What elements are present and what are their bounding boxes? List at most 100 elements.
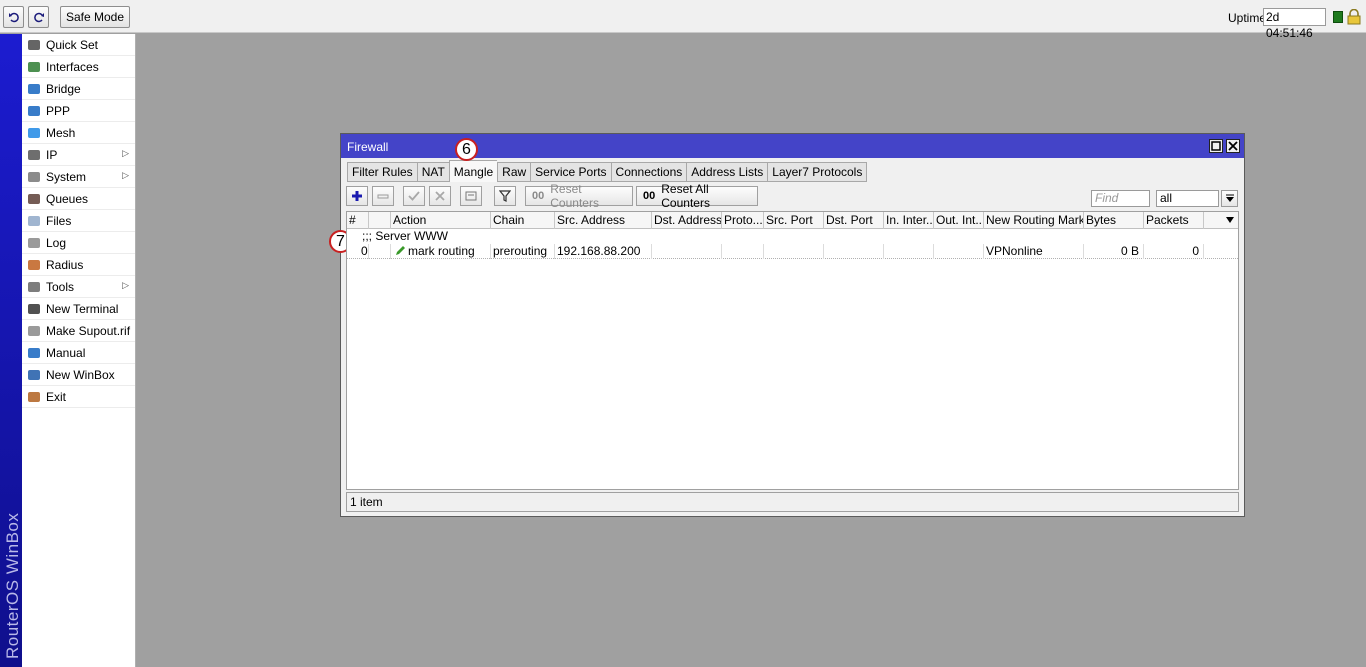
- column-header[interactable]: Out. Int...: [934, 212, 984, 229]
- column-header[interactable]: [369, 212, 391, 229]
- filter-dropdown-button[interactable]: [1221, 190, 1238, 207]
- sidebar-item-quick-set[interactable]: Quick Set: [22, 34, 135, 56]
- sidebar-item-system[interactable]: System ▷: [22, 166, 135, 188]
- tab-service-ports[interactable]: Service Ports: [530, 162, 611, 182]
- undo-icon: [8, 12, 19, 23]
- filter-button[interactable]: [494, 186, 516, 206]
- item-count: 1 item: [350, 495, 383, 509]
- interfaces-icon: [28, 61, 40, 72]
- enable-button[interactable]: [403, 186, 425, 206]
- tab-address-lists[interactable]: Address Lists: [686, 162, 768, 182]
- remove-button[interactable]: [372, 186, 394, 206]
- lock-icon: [1347, 9, 1361, 25]
- disable-x-icon: [435, 191, 445, 201]
- tab-mangle[interactable]: Mangle: [448, 160, 498, 182]
- sidebar-item-label: Files: [46, 213, 72, 228]
- cell-src-address: 192.168.88.200: [555, 244, 652, 259]
- queues-icon: [28, 193, 40, 204]
- sidebar-item-manual[interactable]: Manual: [22, 342, 135, 364]
- tab-filter-rules[interactable]: Filter Rules: [347, 162, 417, 182]
- quick-set-icon: [28, 39, 40, 50]
- top-toolbar: Safe Mode Uptime: 2d 04:51:46: [0, 0, 1366, 40]
- add-button[interactable]: [346, 186, 368, 206]
- comment-button[interactable]: [460, 186, 482, 206]
- sidebar-item-interfaces[interactable]: Interfaces: [22, 56, 135, 78]
- sidebar-item-label: New WinBox: [46, 367, 115, 382]
- tab-nat[interactable]: NAT: [416, 162, 449, 182]
- terminal-icon: [28, 303, 40, 314]
- sidebar-item-label: Exit: [46, 389, 67, 404]
- sidebar-item-label: New Terminal: [46, 301, 119, 316]
- brand-strip: RouterOS WinBox: [0, 34, 22, 667]
- cell-out-interface: [934, 244, 984, 259]
- system-icon: [28, 171, 40, 182]
- sidebar-item-exit[interactable]: Exit: [22, 386, 135, 408]
- firewall-window: Firewall Filter Rules NAT Mangle Raw Service…: [329, 133, 1245, 517]
- pencil-icon: [396, 246, 405, 255]
- filter-select[interactable]: all: [1156, 190, 1219, 207]
- sidebar-item-queues[interactable]: Queues: [22, 188, 135, 210]
- column-header[interactable]: Dst. Address: [652, 212, 722, 229]
- cell-chain: prerouting: [491, 244, 555, 259]
- reset-all-counters-button[interactable]: 00 Reset All Counters: [636, 182, 758, 210]
- submenu-arrow-icon: ▷: [122, 148, 129, 158]
- dropdown-arrow-icon: [1225, 194, 1234, 202]
- tools-icon: [28, 281, 40, 292]
- tab-raw[interactable]: Raw: [497, 162, 531, 182]
- counter-icon: 00: [532, 190, 545, 202]
- undo-button[interactable]: [3, 6, 24, 28]
- radius-icon: [28, 259, 40, 270]
- column-header[interactable]: Action: [391, 212, 491, 229]
- ppp-icon: [28, 105, 40, 116]
- table-header: # Action Chain Src. Address Dst. Address Prot…: [347, 212, 1238, 229]
- column-header[interactable]: Src. Address: [555, 212, 652, 229]
- sidebar-item-ip[interactable]: IP ▷: [22, 144, 135, 166]
- sidebar-item-ppp[interactable]: PPP: [22, 100, 135, 122]
- cell-dst-address: [652, 244, 722, 259]
- column-header[interactable]: Packets: [1144, 212, 1204, 229]
- column-header[interactable]: In. Inter...: [884, 212, 934, 229]
- cell-bytes: 0 B: [1084, 244, 1144, 259]
- column-header[interactable]: Bytes: [1084, 212, 1144, 229]
- tab-connections[interactable]: Connections: [610, 162, 687, 182]
- safe-mode-button[interactable]: Safe Mode: [60, 6, 130, 28]
- reset-counters-button[interactable]: 00 Reset Counters: [525, 182, 633, 210]
- sidebar-item-mesh[interactable]: Mesh: [22, 122, 135, 144]
- sidebar-item-tools[interactable]: Tools ▷: [22, 276, 135, 298]
- column-header[interactable]: #: [347, 212, 369, 229]
- redo-button[interactable]: [28, 6, 49, 28]
- redo-icon: [33, 12, 44, 23]
- reset-all-counters-label: Reset All Counters: [661, 182, 710, 210]
- filter-icon: [499, 190, 511, 202]
- cell-action-text: mark routing: [408, 244, 475, 258]
- comment-icon: [465, 191, 477, 201]
- sidebar-item-bridge[interactable]: Bridge: [22, 78, 135, 100]
- sidebar-item-log[interactable]: Log: [22, 232, 135, 254]
- column-header[interactable]: Chain: [491, 212, 555, 229]
- ip-icon: [28, 149, 40, 160]
- sidebar-item-make-supout-rif[interactable]: Make Supout.rif: [22, 320, 135, 342]
- column-header[interactable]: New Routing Mark: [984, 212, 1084, 229]
- column-header[interactable]: Src. Port: [764, 212, 824, 229]
- sidebar-item-label: Mesh: [46, 125, 76, 140]
- reset-counters-label: Reset Counters: [550, 182, 599, 210]
- check-icon: [408, 191, 420, 201]
- table-row[interactable]: 0 mark routing prerouting 192.168.88.200 VPN…: [347, 244, 1238, 259]
- sidebar-item-files[interactable]: Files: [22, 210, 135, 232]
- find-input[interactable]: Find: [1091, 190, 1150, 207]
- minus-icon: [377, 194, 389, 199]
- column-menu-icon[interactable]: [1225, 215, 1235, 225]
- sidebar-item-new-terminal[interactable]: New Terminal: [22, 298, 135, 320]
- submenu-arrow-icon: ▷: [122, 280, 129, 290]
- sidebar-item-radius[interactable]: Radius: [22, 254, 135, 276]
- column-header[interactable]: Proto...: [722, 212, 764, 229]
- maximize-button[interactable]: [1209, 139, 1223, 153]
- close-button[interactable]: [1226, 139, 1240, 153]
- disable-button[interactable]: [429, 186, 451, 206]
- cell-number: 0: [347, 244, 369, 259]
- column-header[interactable]: Dst. Port: [824, 212, 884, 229]
- tab-layer7-protocols[interactable]: Layer7 Protocols: [767, 162, 868, 182]
- sidebar-item-new-winbox[interactable]: New WinBox: [22, 364, 135, 386]
- sidebar-item-label: System: [46, 169, 87, 184]
- rule-group-comment[interactable]: ;;; Server WWW: [347, 229, 1238, 244]
